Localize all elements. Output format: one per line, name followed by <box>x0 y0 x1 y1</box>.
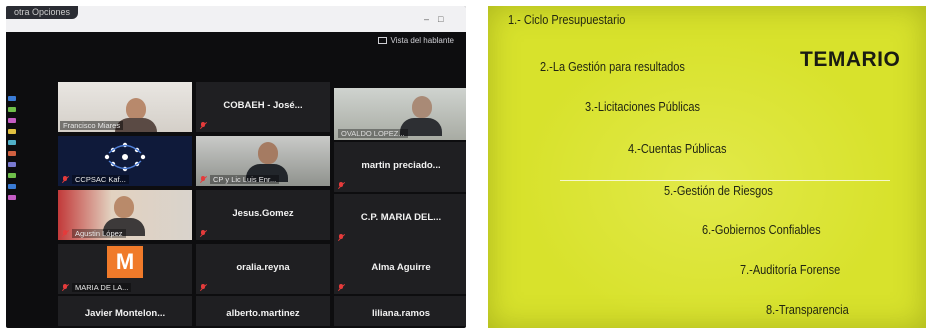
mic-muted-icon <box>338 234 344 241</box>
participant-tile[interactable]: martin preciado... <box>334 142 466 192</box>
speaker-view-toggle[interactable]: Vista del hablante <box>377 36 454 45</box>
rail-icon[interactable] <box>8 118 16 123</box>
mic-muted-icon <box>200 284 206 291</box>
meeting-options-label[interactable]: otra Opciones <box>6 6 79 19</box>
grid-icon <box>377 37 387 44</box>
participant-name: Francisco Miares <box>60 121 124 130</box>
participant-tile[interactable]: C.P. MARIA DEL... <box>334 194 466 244</box>
participant-name: CCPSAC Kaf... <box>72 175 129 184</box>
participant-video <box>126 98 146 120</box>
mic-muted-icon <box>200 122 206 129</box>
participant-tile[interactable]: liliana.ramos <box>334 296 466 326</box>
mic-muted-icon <box>62 230 68 237</box>
video-call-window: otra Opciones – □ Vista del hablante Fra… <box>6 6 466 328</box>
participant-name: C.P. MARIA DEL... <box>360 212 442 223</box>
participant-name: martin preciado... <box>361 160 441 171</box>
participant-name: alberto.martinez <box>226 308 300 319</box>
mic-muted-icon <box>200 230 206 237</box>
participant-name: OVALDO LOPEZ... <box>338 129 408 138</box>
participant-tile[interactable]: alberto.martinez <box>196 296 330 326</box>
rail-icon[interactable] <box>8 107 16 112</box>
rail-icon[interactable] <box>8 96 16 101</box>
presentation-slide: TEMARIO 1.- Ciclo Presupuestario 2.-La G… <box>488 6 926 328</box>
mic-muted-icon <box>200 176 206 183</box>
participant-video <box>412 96 432 118</box>
participant-tile[interactable]: Javier Montelon... <box>58 296 192 326</box>
participant-name: COBAEH - José... <box>223 100 303 111</box>
rail-icon[interactable] <box>8 151 16 156</box>
participant-tile[interactable]: Francisco Miares <box>58 82 192 132</box>
participant-tile[interactable]: CCPSAC Kaf... <box>58 136 192 186</box>
ccpsac-logo <box>104 142 146 172</box>
speaker-view-label: Vista del hablante <box>390 36 454 45</box>
maximize-button[interactable]: □ <box>438 14 443 24</box>
rail-icon[interactable] <box>8 129 16 134</box>
participant-video <box>258 142 278 164</box>
mic-muted-icon <box>338 284 344 291</box>
rail-icon[interactable] <box>8 173 16 178</box>
participant-video <box>114 196 134 218</box>
participant-name: Agustin López <box>72 229 126 238</box>
participant-name: CP y Lic Luis Enr... <box>210 175 280 184</box>
mic-muted-icon <box>338 182 344 189</box>
rail-icon[interactable] <box>8 195 16 200</box>
participant-name: Jesus.Gomez <box>232 208 294 219</box>
participant-tile[interactable]: Jesus.Gomez <box>196 190 330 240</box>
minimize-button[interactable]: – <box>424 14 429 24</box>
rail-icon[interactable] <box>8 184 16 189</box>
mic-muted-icon <box>62 176 68 183</box>
participant-name: Alma Aguirre <box>371 262 431 273</box>
participant-tile[interactable]: Alma Aguirre <box>334 244 466 294</box>
participant-tile[interactable]: M MARIA DE LA... <box>58 244 192 294</box>
participant-tile[interactable]: Agustin López <box>58 190 192 240</box>
rail-icon[interactable] <box>8 162 16 167</box>
participant-name: oralia.reyna <box>236 262 290 273</box>
participant-name: liliana.ramos <box>371 308 431 319</box>
rail-icon[interactable] <box>8 140 16 145</box>
participant-tile[interactable]: COBAEH - José... <box>196 82 330 132</box>
participant-avatar: M <box>107 246 143 278</box>
mic-muted-icon <box>62 284 68 291</box>
participant-tile[interactable]: oralia.reyna <box>196 244 330 294</box>
participant-tile-active-speaker[interactable]: OVALDO LOPEZ... <box>334 88 466 140</box>
participant-name: MARIA DE LA... <box>72 283 132 292</box>
side-toolbar <box>6 90 18 326</box>
window-titlebar: otra Opciones – □ <box>6 6 466 32</box>
participant-tile[interactable]: CP y Lic Luis Enr... <box>196 136 330 186</box>
participant-name: Javier Montelon... <box>84 308 166 319</box>
